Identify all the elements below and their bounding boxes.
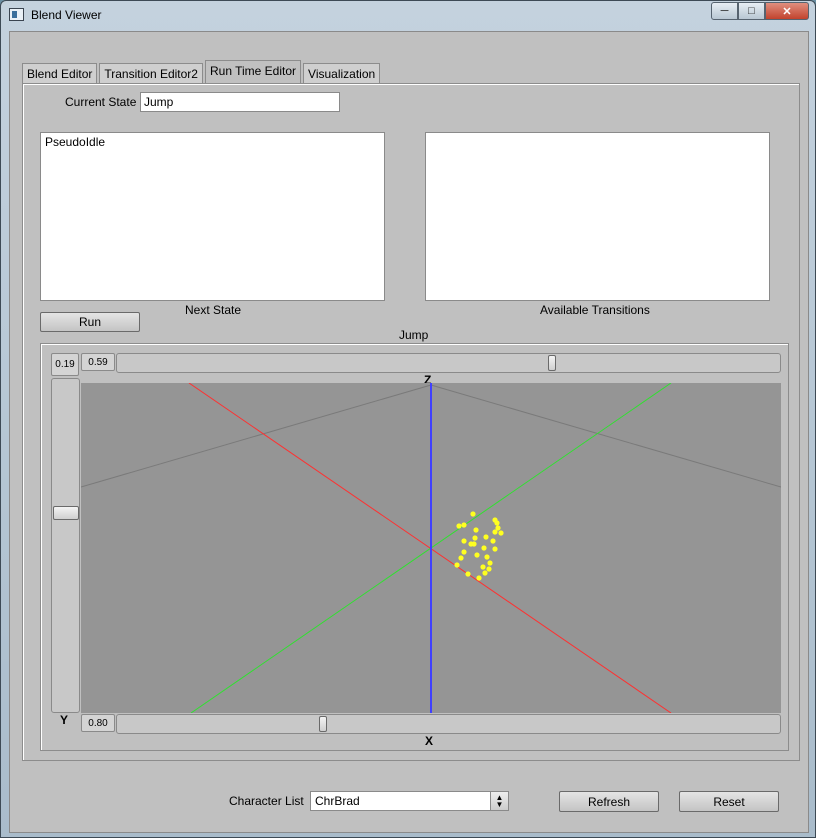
data-point: [468, 541, 474, 547]
data-point: [461, 538, 467, 544]
data-point: [482, 570, 488, 576]
current-state-field[interactable]: Jump: [140, 92, 340, 112]
data-point: [458, 555, 464, 561]
grid-line: [80, 384, 432, 488]
close-button[interactable]: ✕: [765, 2, 809, 20]
data-point: [481, 545, 487, 551]
next-state-list[interactable]: PseudoIdle: [40, 132, 385, 301]
run-time-editor-panel: Current State Jump PseudoIdle Next State…: [22, 83, 800, 761]
y-slider[interactable]: [51, 378, 80, 713]
data-point: [461, 522, 467, 528]
available-transitions-list[interactable]: [425, 132, 770, 301]
x-slider-handle[interactable]: [319, 716, 327, 732]
data-point: [480, 564, 486, 570]
data-point: [465, 571, 471, 577]
blend-viewer-group: 0.19 0.59 Z Y 0.80 X: [40, 343, 789, 751]
list-item[interactable]: PseudoIdle: [41, 133, 384, 151]
z-slider-value: 0.59: [81, 353, 115, 371]
y-slider-handle[interactable]: [53, 506, 79, 520]
data-point: [456, 523, 462, 529]
tab-transition-editor2[interactable]: Transition Editor2: [99, 63, 203, 83]
data-point: [490, 538, 496, 544]
3d-viewport[interactable]: [80, 382, 782, 714]
maximize-button[interactable]: □: [738, 2, 765, 20]
app-icon: [9, 8, 24, 21]
viewer-title: Jump: [399, 328, 429, 342]
character-list-value: ChrBrad: [315, 794, 360, 808]
data-point: [498, 530, 504, 536]
data-point: [472, 535, 478, 541]
data-point: [484, 554, 490, 560]
data-point: [494, 520, 500, 526]
axis-x-label: X: [425, 734, 434, 748]
data-point: [483, 534, 489, 540]
data-point: [486, 566, 492, 572]
tab-blend-editor[interactable]: Blend Editor: [22, 63, 98, 83]
window-controls: ─ □ ✕: [711, 2, 809, 20]
axis-y-label: Y: [60, 713, 69, 727]
data-point: [487, 560, 493, 566]
refresh-button[interactable]: Refresh: [559, 791, 659, 812]
minimize-button[interactable]: ─: [711, 2, 738, 20]
current-state-label: Current State: [65, 95, 137, 109]
next-state-label: Next State: [185, 303, 242, 317]
grid-line: [430, 384, 782, 488]
character-list-label: Character List: [229, 794, 304, 808]
data-point: [495, 525, 501, 531]
character-list-dropdown[interactable]: ChrBrad ▲ ▼: [310, 791, 509, 811]
data-point: [474, 552, 480, 558]
reset-button[interactable]: Reset: [679, 791, 779, 812]
viewport-canvas[interactable]: [80, 382, 782, 714]
data-point: [461, 549, 467, 555]
data-point: [470, 511, 476, 517]
z-slider-handle[interactable]: [548, 355, 556, 371]
data-point: [473, 527, 479, 533]
client-area: Blend Editor Transition Editor2 Run Time…: [9, 31, 809, 833]
data-point: [476, 575, 482, 581]
z-slider[interactable]: [116, 353, 781, 373]
top-left-value: 0.19: [51, 353, 79, 376]
window-title: Blend Viewer: [31, 8, 102, 22]
tab-visualization[interactable]: Visualization: [303, 63, 381, 83]
available-transitions-label: Available Transitions: [540, 303, 650, 317]
data-point: [454, 562, 460, 568]
run-button[interactable]: Run: [40, 312, 140, 332]
dropdown-arrow-icon[interactable]: ▲ ▼: [490, 792, 508, 810]
title-bar[interactable]: Blend Viewer ─ □ ✕: [1, 1, 815, 29]
data-point: [492, 546, 498, 552]
tab-run-time-editor[interactable]: Run Time Editor: [204, 60, 302, 83]
x-slider[interactable]: [116, 714, 781, 734]
tab-bar: Blend Editor Transition Editor2 Run Time…: [22, 60, 382, 83]
x-slider-value: 0.80: [81, 714, 115, 732]
main-window: Blend Viewer ─ □ ✕ Blend Editor Transiti…: [0, 0, 816, 838]
